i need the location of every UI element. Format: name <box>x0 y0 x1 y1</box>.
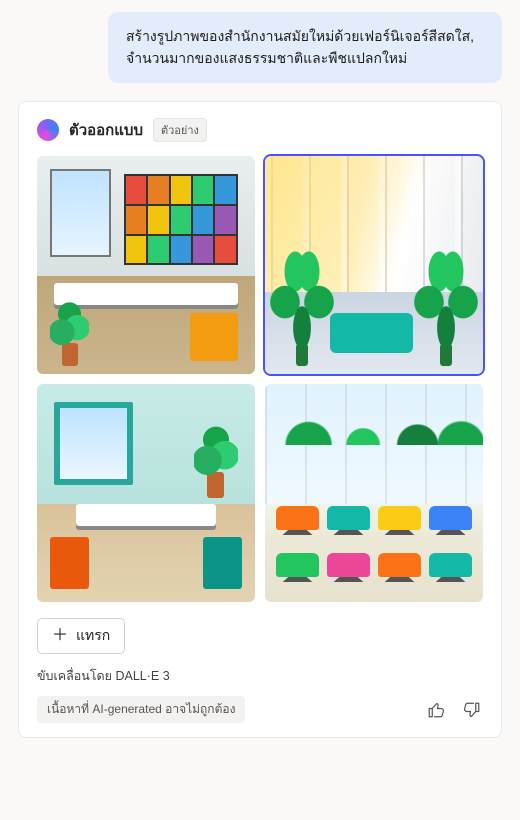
insert-button-label: แทรก <box>76 625 110 647</box>
user-message-text: สร้างรูปภาพของสำนักงานสมัยใหม่ด้วยเฟอร์น… <box>126 28 474 66</box>
generated-image-4[interactable] <box>265 384 483 602</box>
card-title: ตัวออกแบบ <box>69 118 143 142</box>
thumbs-down-button[interactable] <box>461 699 483 721</box>
plus-icon: ＋ <box>52 628 68 644</box>
thumbs-up-icon <box>427 701 445 719</box>
generated-image-2[interactable] <box>265 156 483 374</box>
generated-image-1[interactable] <box>37 156 255 374</box>
user-message-bubble: สร้างรูปภาพของสำนักงานสมัยใหม่ด้วยเฟอร์น… <box>108 12 502 83</box>
designer-response-card: ตัวออกแบบ ตัวอย่าง <box>18 101 502 738</box>
thumbs-up-button[interactable] <box>425 699 447 721</box>
generated-image-3[interactable] <box>37 384 255 602</box>
preview-badge: ตัวอย่าง <box>153 118 207 142</box>
insert-button[interactable]: ＋ แทรก <box>37 618 125 654</box>
ai-disclaimer: เนื้อหาที่ AI-generated อาจไม่ถูกต้อง <box>37 696 245 723</box>
thumbs-down-icon <box>463 701 481 719</box>
card-header: ตัวออกแบบ ตัวอย่าง <box>37 118 483 142</box>
image-results-grid <box>37 156 483 602</box>
designer-logo-icon <box>37 119 59 141</box>
powered-by-text: ขับเคลื่อนโดย DALL·E 3 <box>37 666 483 686</box>
card-footer: เนื้อหาที่ AI-generated อาจไม่ถูกต้อง <box>37 696 483 723</box>
feedback-buttons <box>425 699 483 721</box>
